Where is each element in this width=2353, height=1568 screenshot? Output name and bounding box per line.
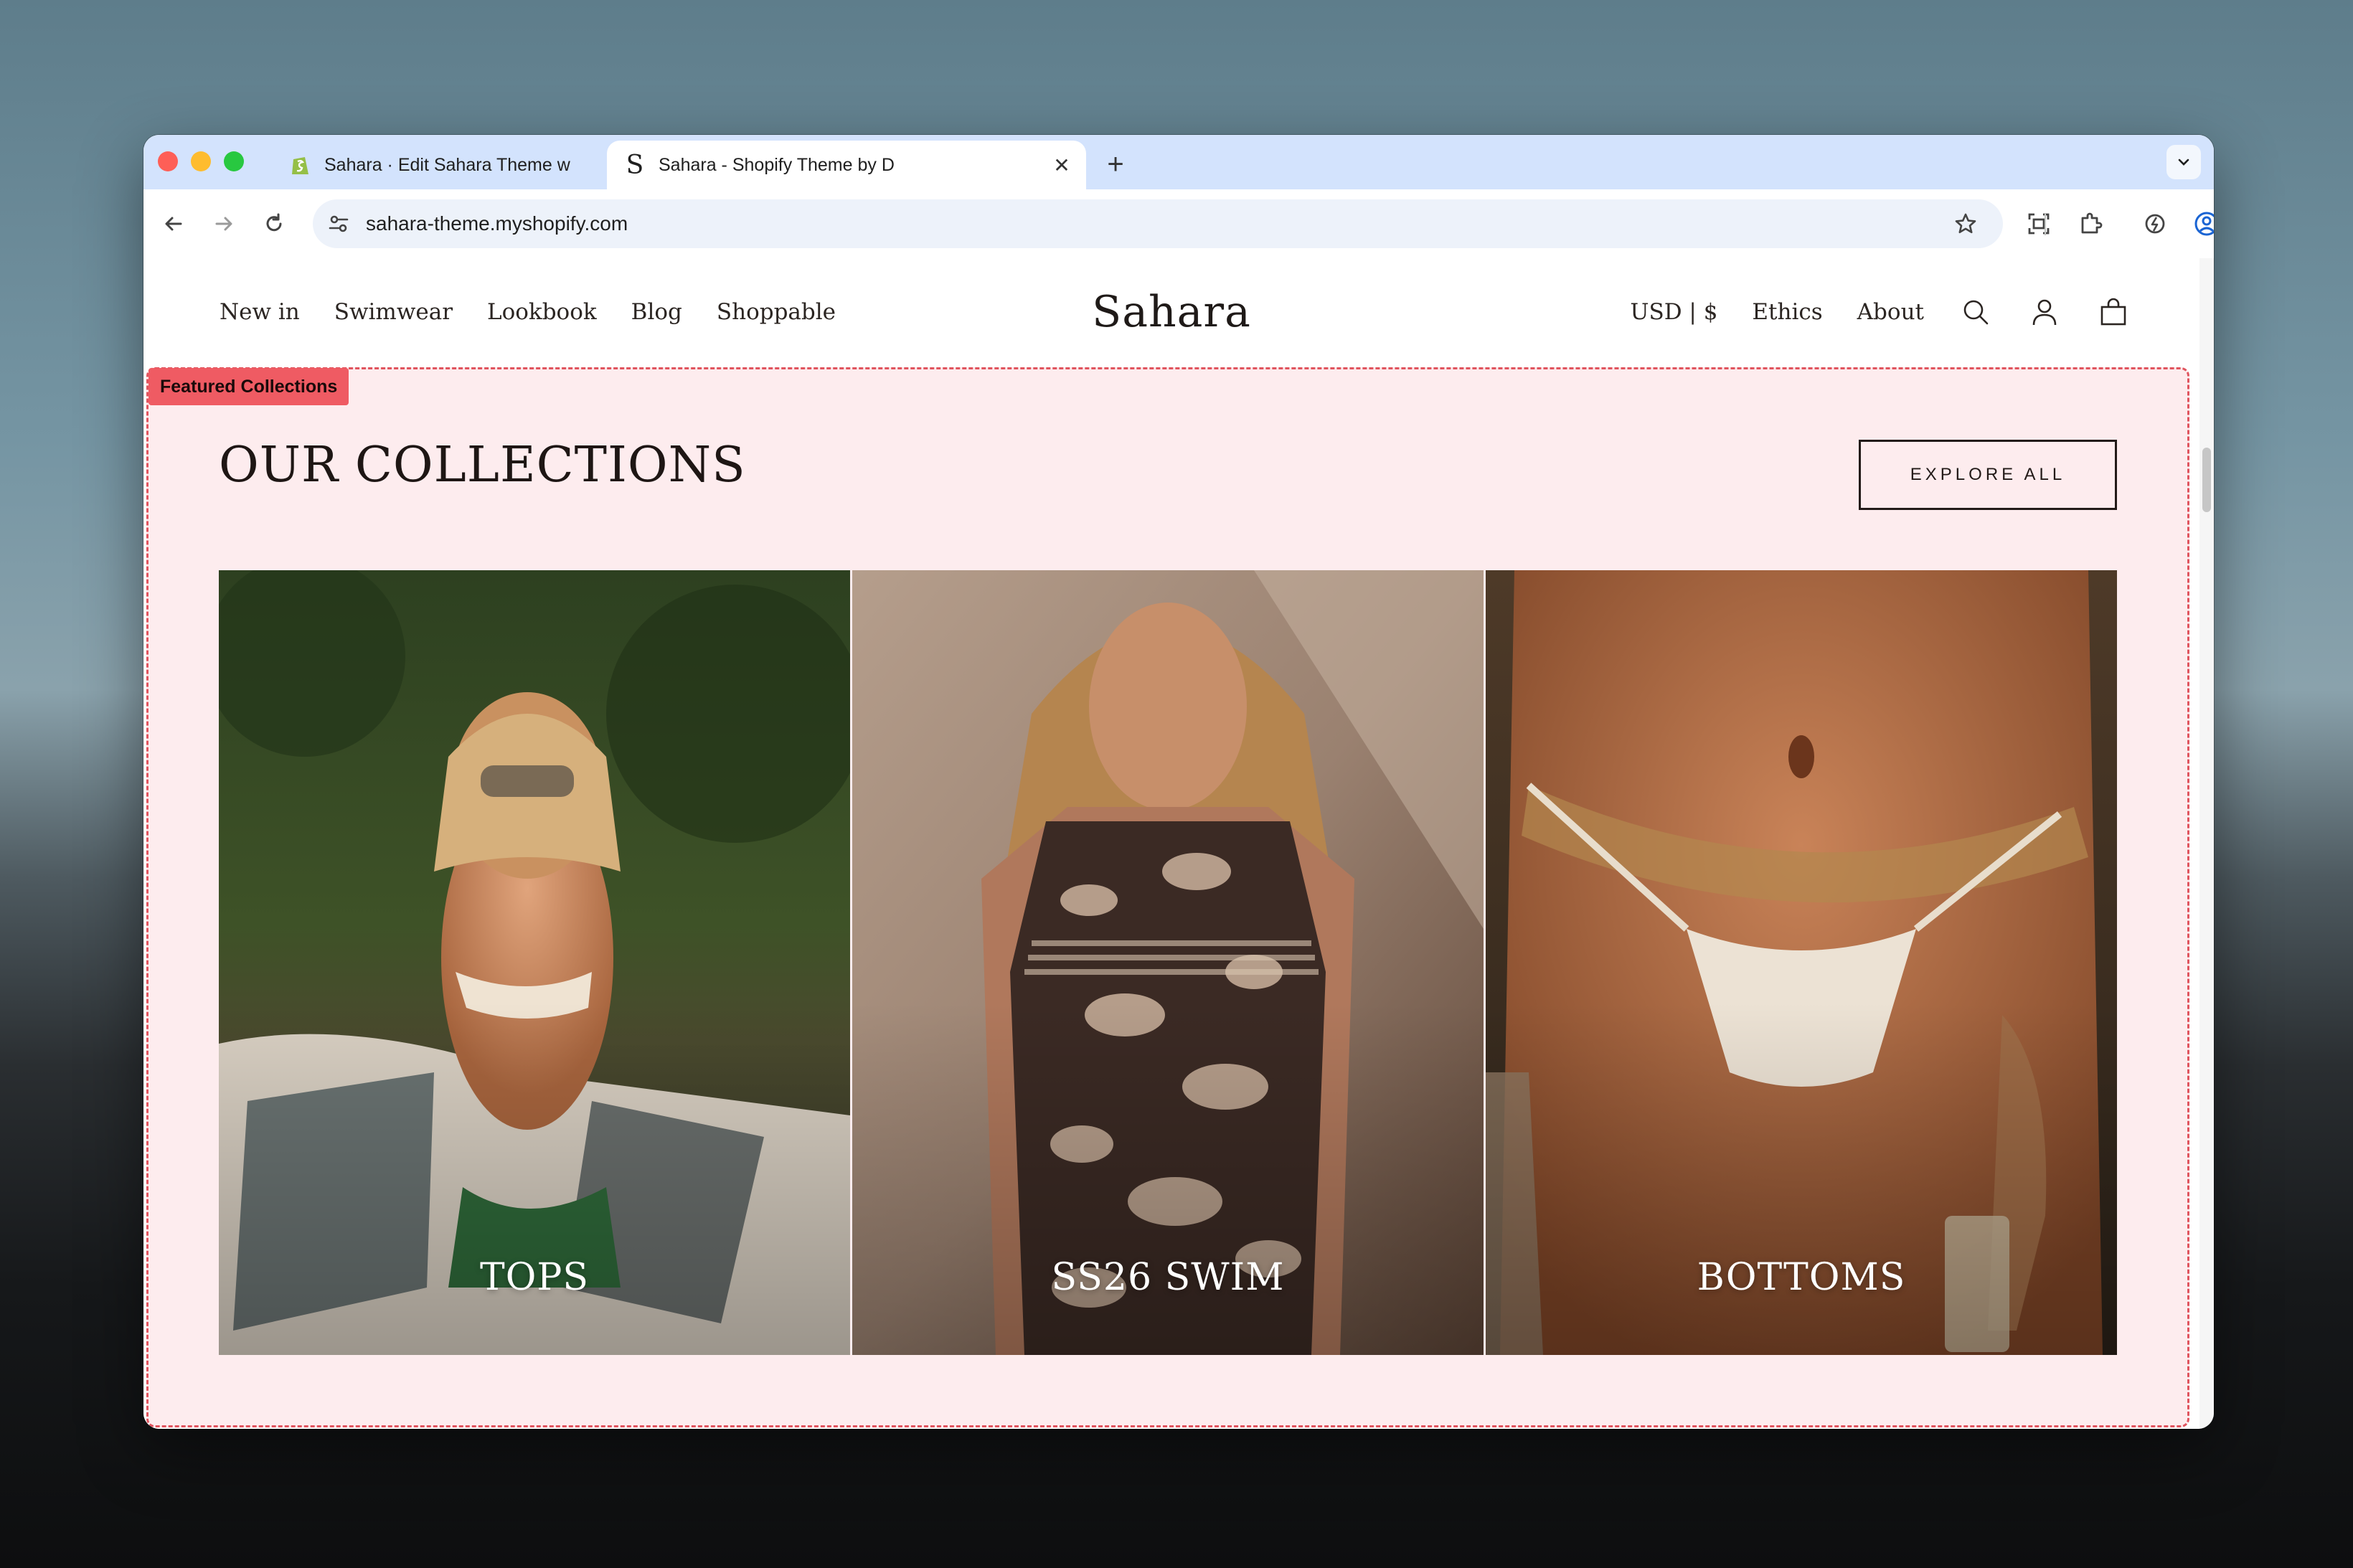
nav-link-shoppable[interactable]: Shoppable [717,299,836,325]
scrollbar-thumb[interactable] [2202,448,2211,512]
tab-strip: Sahara · Edit Sahara Theme w ✕ S Sahara … [143,135,2214,189]
collection-label: SS26 SWIM [1051,1256,1285,1299]
main-navigation: New in Swimwear Lookbook Blog Shoppable [220,258,870,366]
close-icon[interactable]: ✕ [1047,151,1076,179]
page-scrollbar[interactable] [2199,258,2214,1429]
reload-button[interactable] [257,207,291,241]
browser-toolbar: sahara-theme.myshopify.com [143,189,2214,259]
currency-selector[interactable]: USD | $ [1630,299,1717,325]
explore-all-button[interactable]: EXPLORE ALL [1859,440,2117,510]
site-logo[interactable]: Sahara [1092,287,1251,337]
url-text: sahara-theme.myshopify.com [366,212,628,235]
account-icon[interactable] [2027,295,2062,329]
extensions-button[interactable] [2073,207,2108,241]
cart-icon[interactable] [2096,295,2131,329]
collection-card-tops[interactable]: TOPS [219,570,850,1355]
collection-label: TOPS [480,1256,589,1299]
collection-card-ss26-swim[interactable]: SS26 SWIM [852,570,1484,1355]
maximize-window-button[interactable] [224,151,244,171]
tab-sahara-store[interactable]: S Sahara - Shopify Theme by D ✕ [607,141,1086,189]
collection-card-bottoms[interactable]: BOTTOMS [1486,570,2117,1355]
nav-link-blog[interactable]: Blog [631,299,682,325]
card-overlay [852,570,1484,1355]
section-title: OUR COLLECTIONS [219,437,746,493]
header-utilities: USD | $ Ethics About [1595,258,2131,366]
nav-link-ethics[interactable]: Ethics [1752,299,1822,325]
collection-label: BOTTOMS [1697,1256,1906,1299]
back-button[interactable] [156,207,191,241]
site-settings-icon[interactable] [323,208,354,240]
screenshot-button[interactable] [2022,207,2056,241]
shopify-icon [288,153,313,177]
puzzle-icon [2081,212,2103,234]
web-page: Sahara New in Swimwear Lookbook Blog Sho… [143,258,2199,1429]
screen-capture-icon [2028,213,2050,235]
speedometer-icon [2145,214,2165,234]
close-window-button[interactable] [158,151,178,171]
forward-button[interactable] [207,207,241,241]
performance-button[interactable] [2138,207,2172,241]
site-header: Sahara New in Swimwear Lookbook Blog Sho… [143,258,2199,366]
toolbar-divider [2045,214,2046,235]
browser-window: Sahara · Edit Sahara Theme w ✕ S Sahara … [143,135,2214,1429]
profile-button[interactable] [2189,207,2214,241]
featured-collections-section: Featured Collections OUR COLLECTIONS EXP… [146,367,2189,1427]
tab-title: Sahara - Shopify Theme by D [659,154,895,175]
search-icon[interactable] [1958,295,1993,329]
nav-link-new-in[interactable]: New in [220,299,300,325]
profile-icon [2194,212,2214,236]
card-overlay [219,570,850,1355]
nav-link-lookbook[interactable]: Lookbook [487,299,597,325]
arrow-right-icon [215,217,232,231]
tab-search-button[interactable] [2166,145,2201,179]
card-overlay [1486,570,2117,1355]
new-tab-button[interactable]: + [1098,146,1133,182]
nav-link-about[interactable]: About [1857,299,1924,325]
reload-icon [266,213,282,232]
collection-grid: TOPS SS26 SWIM BOTTOMS [219,570,2117,1355]
nav-link-swimwear[interactable]: Swimwear [334,299,453,325]
section-tag: Featured Collections [148,368,349,405]
address-bar[interactable]: sahara-theme.myshopify.com [313,199,2003,248]
chevron-down-icon [2178,159,2189,166]
sahara-s-icon: S [626,150,644,180]
arrow-left-icon [165,217,182,231]
bookmark-star-icon[interactable] [1948,207,1983,241]
minimize-window-button[interactable] [191,151,211,171]
